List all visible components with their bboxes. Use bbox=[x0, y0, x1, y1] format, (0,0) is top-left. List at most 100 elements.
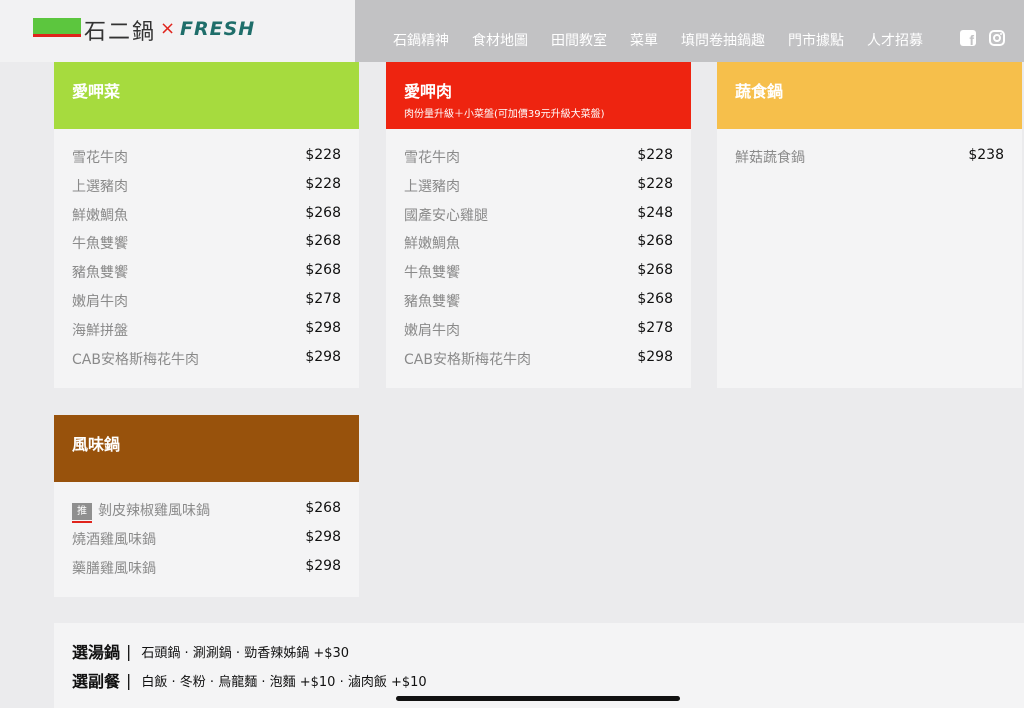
card-subtitle: 肉份量升級＋小菜盤(可加價39元升級大菜盤) bbox=[404, 109, 605, 120]
side-label: 選副餐 bbox=[72, 672, 121, 691]
item-name: 上選豬肉 bbox=[404, 178, 460, 195]
soup-label: 選湯鍋 bbox=[72, 643, 121, 662]
item-name: 鮮嫩鯛魚 bbox=[72, 207, 128, 224]
card-header: 蔬食鍋 bbox=[717, 62, 1022, 129]
recommend-badge: 推 bbox=[72, 502, 92, 523]
item-name: CAB安格斯梅花牛肉 bbox=[72, 351, 199, 368]
item-price: $268 bbox=[637, 262, 673, 279]
logo-x-mark: × bbox=[160, 18, 176, 39]
logo-redaction bbox=[33, 18, 81, 34]
soup-option-row: 選湯鍋 | 石頭鍋 · 涮涮鍋 · 勁香辣姊鍋 +$30 bbox=[72, 639, 349, 663]
menu-item: 牛魚雙饗 $268 bbox=[404, 262, 673, 291]
facebook-glyph: f bbox=[969, 32, 974, 48]
menu-item: 豬魚雙饗 $268 bbox=[404, 291, 673, 320]
main-nav: 石鍋精神 食材地圖 田間教室 菜單 填問卷抽鍋趣 門市據點 人才招募 bbox=[393, 30, 946, 50]
item-price: $298 bbox=[637, 348, 673, 365]
item-name: 鮮嫩鯛魚 bbox=[404, 236, 460, 253]
item-price: $298 bbox=[305, 319, 341, 336]
item-price: $268 bbox=[305, 233, 341, 250]
nav-item-ingredient-map[interactable]: 食材地圖 bbox=[472, 30, 528, 50]
menu-item: CAB安格斯梅花牛肉 $298 bbox=[72, 349, 341, 378]
menu-item: 鮮菇蔬食鍋 $238 bbox=[735, 147, 1004, 176]
item-name: 豬魚雙饗 bbox=[404, 293, 460, 310]
site-header: 石二鍋 × FRESH 石鍋精神 食材地圖 田間教室 菜單 填問卷抽鍋趣 門市據… bbox=[0, 0, 1024, 62]
instagram-icon[interactable] bbox=[989, 30, 1005, 46]
nav-item-field-class[interactable]: 田間教室 bbox=[551, 30, 607, 50]
card-header: 愛呷菜 bbox=[54, 62, 359, 129]
item-name: 牛魚雙饗 bbox=[404, 265, 460, 282]
item-name: 豬魚雙饗 bbox=[72, 265, 128, 282]
item-name: 雪花牛肉 bbox=[72, 150, 128, 166]
menu-item: 上選豬肉 $228 bbox=[404, 176, 673, 205]
item-price: $248 bbox=[637, 204, 673, 221]
card-title: 愛呷菜 bbox=[72, 82, 121, 101]
logo[interactable]: 石二鍋 × FRESH bbox=[0, 0, 355, 62]
item-name: 牛魚雙饗 bbox=[72, 236, 128, 253]
item-price: $298 bbox=[305, 348, 341, 365]
item-price: $268 bbox=[637, 290, 673, 307]
nav-item-careers[interactable]: 人才招募 bbox=[867, 30, 923, 50]
separator: | bbox=[126, 670, 132, 690]
item-name: 海鮮拼盤 bbox=[72, 322, 128, 339]
logo-brand-text: 石二鍋 bbox=[84, 20, 157, 45]
item-price: $298 bbox=[305, 557, 341, 574]
item-price: $238 bbox=[968, 147, 1004, 163]
item-name: 鮮菇蔬食鍋 bbox=[735, 150, 805, 166]
item-price: $268 bbox=[305, 262, 341, 279]
menu-item: 嫩肩牛肉 $278 bbox=[404, 320, 673, 349]
menu-item: 燒酒雞風味鍋 $298 bbox=[72, 529, 341, 558]
menu-item: 嫩肩牛肉 $278 bbox=[72, 291, 341, 320]
menu-item: 鮮嫩鯛魚 $268 bbox=[404, 233, 673, 262]
item-name: CAB安格斯梅花牛肉 bbox=[404, 351, 531, 368]
card-header: 風味鍋 bbox=[54, 415, 359, 482]
card-header: 愛呷肉 肉份量升級＋小菜盤(可加價39元升級大菜盤) bbox=[386, 62, 691, 129]
item-price: $278 bbox=[637, 319, 673, 336]
item-name: 燒酒雞風味鍋 bbox=[72, 531, 156, 548]
home-indicator[interactable] bbox=[396, 696, 680, 701]
item-name: 上選豬肉 bbox=[72, 178, 128, 195]
item-name: 嫩肩牛肉 bbox=[72, 293, 128, 310]
nav-item-stores[interactable]: 門市據點 bbox=[788, 30, 844, 50]
item-name: 雪花牛肉 bbox=[404, 150, 460, 166]
menu-item: 藥膳雞風味鍋 $298 bbox=[72, 558, 341, 587]
card-items: 雪花牛肉 $228 上選豬肉 $228 國產安心雞腿 $248 鮮嫩鯛魚 $268 牛魚… bbox=[386, 129, 691, 377]
menu-item: 國產安心雞腿 $248 bbox=[404, 205, 673, 234]
item-name: 剝皮辣椒雞風味鍋 bbox=[98, 503, 210, 519]
card-title: 蔬食鍋 bbox=[735, 82, 784, 101]
card-items: 鮮菇蔬食鍋 $238 bbox=[717, 129, 1022, 176]
menu-item: CAB安格斯梅花牛肉 $298 bbox=[404, 349, 673, 378]
item-price: $268 bbox=[305, 500, 341, 516]
item-price: $228 bbox=[305, 147, 341, 163]
nav-item-spirit[interactable]: 石鍋精神 bbox=[393, 30, 449, 50]
card-items: 雪花牛肉 $228 上選豬肉 $228 鮮嫩鯛魚 $268 牛魚雙饗 $268 豬魚雙饗… bbox=[54, 129, 359, 377]
facebook-icon[interactable]: f bbox=[960, 30, 976, 48]
nav-item-menu[interactable]: 菜單 bbox=[630, 30, 658, 50]
menu-item: 鮮嫩鯛魚 $268 bbox=[72, 205, 341, 234]
side-option-row: 選副餐 | 白飯 · 冬粉 · 烏龍麵 · 泡麵 +$10 · 滷肉飯 +$10 bbox=[72, 668, 427, 692]
menu-item: 牛魚雙饗 $268 bbox=[72, 233, 341, 262]
item-price: $298 bbox=[305, 528, 341, 545]
item-name: 藥膳雞風味鍋 bbox=[72, 560, 156, 577]
item-price: $228 bbox=[305, 175, 341, 192]
card-items: 推剝皮辣椒雞風味鍋 $268 燒酒雞風味鍋 $298 藥膳雞風味鍋 $298 bbox=[54, 482, 359, 586]
menu-card-vegan: 蔬食鍋 鮮菇蔬食鍋 $238 bbox=[717, 62, 1022, 388]
menu-item: 雪花牛肉 $228 bbox=[404, 147, 673, 176]
item-name: 國產安心雞腿 bbox=[404, 207, 488, 224]
item-name-with-badge: 推剝皮辣椒雞風味鍋 bbox=[72, 500, 210, 523]
side-options: 白飯 · 冬粉 · 烏龍麵 · 泡麵 +$10 · 滷肉飯 +$10 bbox=[141, 674, 427, 690]
menu-card-flavor: 風味鍋 推剝皮辣椒雞風味鍋 $268 燒酒雞風味鍋 $298 藥膳雞風味鍋 $298 bbox=[54, 415, 359, 597]
separator: | bbox=[126, 641, 132, 661]
menu-item: 豬魚雙饗 $268 bbox=[72, 262, 341, 291]
card-title: 風味鍋 bbox=[72, 435, 121, 454]
item-price: $268 bbox=[637, 233, 673, 250]
menu-item: 海鮮拼盤 $298 bbox=[72, 320, 341, 349]
item-name: 嫩肩牛肉 bbox=[404, 322, 460, 339]
item-price: $228 bbox=[637, 147, 673, 163]
menu-item: 推剝皮辣椒雞風味鍋 $268 bbox=[72, 500, 341, 529]
menu-card-veg: 愛呷菜 雪花牛肉 $228 上選豬肉 $228 鮮嫩鯛魚 $268 牛魚雙饗 $268 … bbox=[54, 62, 359, 388]
logo-underline bbox=[33, 34, 81, 37]
item-price: $278 bbox=[305, 290, 341, 307]
item-price: $228 bbox=[637, 175, 673, 192]
soup-options: 石頭鍋 · 涮涮鍋 · 勁香辣姊鍋 +$30 bbox=[141, 645, 350, 661]
nav-item-survey[interactable]: 填問卷抽鍋趣 bbox=[681, 30, 765, 50]
